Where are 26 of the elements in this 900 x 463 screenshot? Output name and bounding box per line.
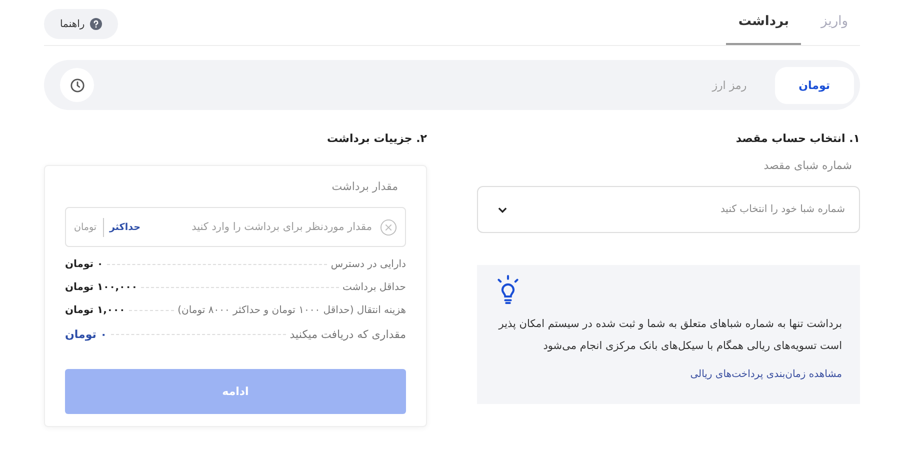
section-title: ۱. انتخاب حساب مقصد bbox=[734, 132, 860, 145]
row-value: ۰ تومان bbox=[65, 259, 104, 270]
schedule-link[interactable]: مشاهده زمان‌بندی پرداخت‌های ریالی bbox=[690, 369, 842, 380]
row-label: دارایی در دسترس bbox=[330, 259, 406, 270]
unit-label: تومان bbox=[74, 222, 97, 232]
amount-field[interactable]: مقدار موردنظر برای برداشت را وارد کنید حداکثر تومان bbox=[65, 207, 406, 247]
row-value: ۰ تومان bbox=[65, 328, 107, 341]
help-icon bbox=[90, 18, 102, 30]
max-button[interactable]: حداکثر bbox=[102, 218, 146, 236]
clock-icon bbox=[70, 78, 84, 92]
row-label: هزینه انتقال (حداقل ۱۰۰۰ تومان و حداکثر ۸۰۰۰ تومان) bbox=[178, 305, 406, 316]
currency-tab[interactable]: تومان bbox=[774, 66, 854, 104]
chevron-down-icon bbox=[498, 206, 507, 212]
row-label: حداقل برداشت bbox=[342, 282, 406, 293]
row-value: ۱,۰۰۰ تومان bbox=[65, 305, 126, 316]
info-text: برداشت تنها به شماره شباهای متعلق به شما و ثبت شده در سیستم امکان پذیر است تسویه‌های ریالی همگام با سیکل‌های بانک مرکزی انجام می‌شود bbox=[497, 317, 842, 354]
lightbulb-icon bbox=[495, 275, 521, 305]
field-label: شماره شبای مقصد bbox=[762, 159, 853, 172]
field-label: مقدار برداشت bbox=[330, 180, 399, 193]
iban-select[interactable]: شماره شبا خود را انتخاب کنید bbox=[477, 186, 860, 233]
row-value: ۱۰۰,۰۰۰ تومان bbox=[65, 282, 138, 293]
row-label: مقداری که دریافت میکنید bbox=[290, 328, 406, 341]
history-button[interactable] bbox=[60, 68, 94, 102]
help-button[interactable]: راهنما bbox=[44, 9, 118, 39]
section-title: ۲. جزییات برداشت bbox=[326, 132, 427, 145]
tab[interactable]: برداشت bbox=[726, 14, 802, 45]
